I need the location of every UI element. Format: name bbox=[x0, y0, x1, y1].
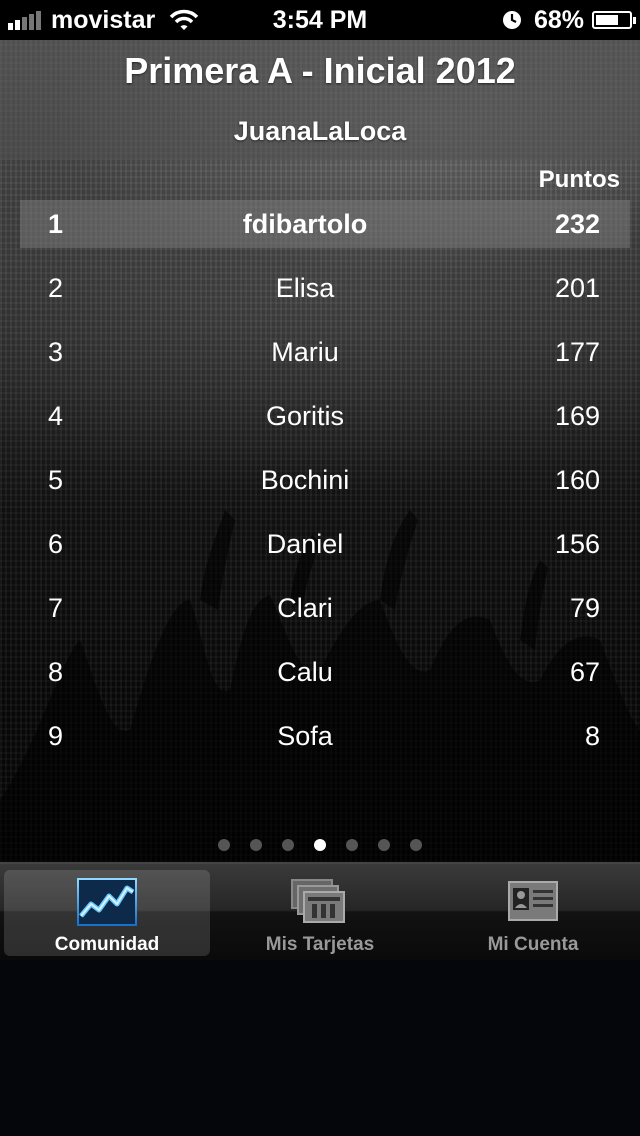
row-player-name: Calu bbox=[277, 657, 333, 687]
row-player-name: Elisa bbox=[275, 273, 335, 303]
empty-area bbox=[0, 960, 640, 1136]
row-player-name: Clari bbox=[277, 593, 333, 623]
battery-icon bbox=[592, 11, 636, 29]
row-player-name: fdibartolo bbox=[242, 209, 368, 239]
ranking-table: 1 fdibartolo 232 2 Elisa 201 3 Mariu 177… bbox=[20, 200, 630, 776]
row-points: 201 bbox=[554, 273, 600, 303]
row-points: 156 bbox=[554, 529, 600, 559]
battery-fill bbox=[596, 15, 618, 25]
row-points: 232 bbox=[554, 209, 600, 239]
alarm-clock-icon bbox=[502, 10, 522, 30]
table-row[interactable]: 8 Calu 67 bbox=[20, 648, 630, 696]
id-card-icon bbox=[503, 878, 563, 926]
table-row[interactable]: 7 Clari 79 bbox=[20, 584, 630, 632]
ranking-page[interactable]: Primera A - Inicial 2012 JuanaLaLoca Pun… bbox=[0, 40, 640, 862]
table-row[interactable]: 3 Mariu 177 bbox=[20, 328, 630, 376]
tab-label: Mis Tarjetas bbox=[265, 934, 375, 955]
chart-icon bbox=[77, 878, 137, 926]
tab-label: Comunidad bbox=[54, 934, 160, 955]
cards-icon bbox=[290, 878, 350, 926]
row-points: 8 bbox=[584, 721, 600, 751]
page-dot[interactable] bbox=[282, 839, 294, 851]
row-player-name: Goritis bbox=[265, 401, 344, 431]
page-dot[interactable] bbox=[314, 839, 326, 851]
row-player-name: Daniel bbox=[266, 529, 344, 559]
table-row[interactable]: 9 Sofa 8 bbox=[20, 712, 630, 760]
league-title: Primera A - Inicial 2012 bbox=[124, 50, 516, 91]
tab-comunidad[interactable]: Comunidad bbox=[4, 870, 210, 956]
status-right: 68% bbox=[502, 4, 636, 36]
page-control[interactable] bbox=[0, 838, 640, 852]
page-dot[interactable] bbox=[346, 839, 358, 851]
row-points: 169 bbox=[554, 401, 600, 431]
row-points: 177 bbox=[554, 337, 600, 367]
row-points: 67 bbox=[569, 657, 600, 687]
battery-percent: 68% bbox=[533, 5, 584, 34]
row-player-name: Bochini bbox=[260, 465, 350, 495]
tab-mis-tarjetas[interactable]: Mis Tarjetas bbox=[217, 870, 423, 956]
row-points: 79 bbox=[569, 593, 600, 623]
row-player-name: Mariu bbox=[271, 337, 339, 367]
status-bar: movistar 3:54 PM 68% bbox=[0, 0, 640, 40]
page-dot[interactable] bbox=[378, 839, 390, 851]
points-column-header: Puntos bbox=[538, 166, 620, 193]
table-row[interactable]: 5 Bochini 160 bbox=[20, 456, 630, 504]
row-player-name: Sofa bbox=[277, 721, 333, 751]
title-band: Primera A - Inicial 2012 JuanaLaLoca bbox=[0, 40, 640, 160]
row-points: 160 bbox=[554, 465, 600, 495]
tab-mi-cuenta[interactable]: Mi Cuenta bbox=[430, 870, 636, 956]
page-dot[interactable] bbox=[218, 839, 230, 851]
tab-label: Mi Cuenta bbox=[487, 934, 579, 955]
app-screen: movistar 3:54 PM 68% Primera A - Inicial… bbox=[0, 0, 640, 1136]
table-row[interactable]: 6 Daniel 156 bbox=[20, 520, 630, 568]
community-name: JuanaLaLoca bbox=[233, 116, 407, 146]
table-row[interactable]: 1 fdibartolo 232 bbox=[20, 200, 630, 248]
page-dot[interactable] bbox=[250, 839, 262, 851]
page-dot[interactable] bbox=[410, 839, 422, 851]
table-row[interactable]: 4 Goritis 169 bbox=[20, 392, 630, 440]
tab-bar: Comunidad Mis Tarjetas Mi Cuenta bbox=[0, 862, 640, 960]
table-row[interactable]: 2 Elisa 201 bbox=[20, 264, 630, 312]
